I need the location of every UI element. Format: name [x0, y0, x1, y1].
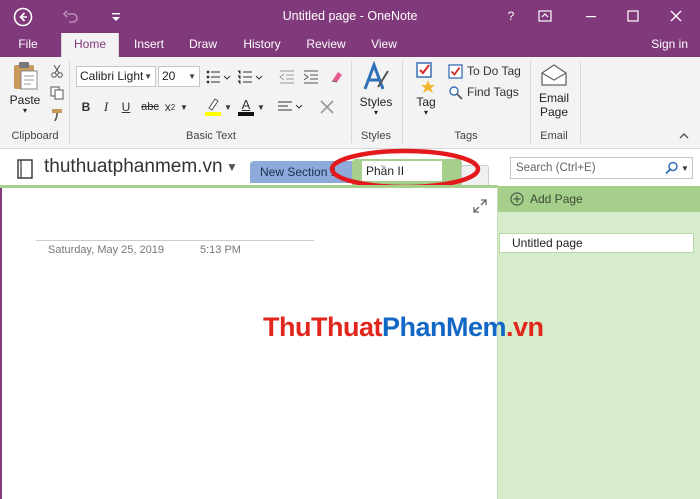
tags-group-label: Tags: [454, 130, 478, 142]
todo-tag-button[interactable]: To Do Tag: [448, 61, 522, 81]
clipboard-group-label: Clipboard: [11, 130, 59, 142]
tab-draw[interactable]: Draw: [180, 33, 226, 57]
chevron-down-icon: ▾: [22, 106, 27, 115]
font-size-select[interactable]: 20 ▼: [158, 66, 200, 87]
chevron-down-icon[interactable]: ▼: [223, 97, 233, 117]
email-icon: [540, 63, 568, 87]
watermark-part-3: .vn: [506, 312, 544, 342]
ribbon-display-options-icon[interactable]: [530, 4, 560, 28]
clipboard-icon: [11, 61, 39, 91]
tag-button[interactable]: Tag ▾: [408, 61, 444, 117]
font-name-select[interactable]: Calibri Light ▼: [76, 66, 156, 87]
watermark-part-2: PhanMem: [381, 312, 507, 342]
chevron-down-icon: ▼: [144, 72, 152, 81]
strikethrough-button[interactable]: abc: [140, 97, 160, 117]
notebook-icon[interactable]: [14, 158, 36, 180]
paste-button[interactable]: Paste ▾: [6, 61, 44, 115]
search-icon[interactable]: [664, 160, 680, 176]
tab-home[interactable]: Home: [61, 33, 119, 57]
help-button[interactable]: ?: [496, 4, 526, 28]
page-list-item[interactable]: Untitled page: [499, 233, 694, 253]
tag-label: Tag: [416, 95, 436, 109]
styles-group-label: Styles: [361, 130, 391, 142]
title-underline: [36, 240, 314, 241]
add-icon: [510, 192, 524, 206]
email-page-label-1: Email: [538, 91, 569, 105]
italic-button[interactable]: I: [98, 97, 114, 117]
close-icon[interactable]: [661, 4, 691, 28]
bold-button[interactable]: B: [78, 97, 94, 117]
basic-text-group-label: Basic Text: [186, 130, 236, 142]
find-tags-icon: [448, 85, 463, 100]
font-color-button[interactable]: A: [237, 95, 255, 117]
checkbox-icon: [448, 63, 463, 79]
font-size-value: 20: [162, 69, 176, 83]
tab-view[interactable]: View: [362, 33, 406, 57]
title-bar: Untitled page - OneNote ?: [0, 0, 700, 33]
add-page-button[interactable]: Add Page: [498, 186, 700, 212]
subscript-digit: 2: [170, 102, 176, 112]
copy-icon[interactable]: [48, 84, 66, 102]
delete-icon[interactable]: [317, 97, 337, 117]
format-painter-icon[interactable]: [48, 106, 66, 124]
page-time: 5:13 PM: [200, 244, 241, 256]
increase-indent-icon[interactable]: [300, 67, 322, 87]
find-tags-button[interactable]: Find Tags: [448, 82, 522, 102]
chevron-down-icon[interactable]: ▼: [226, 160, 238, 174]
styles-icon: [361, 61, 391, 93]
chevron-down-icon: ▼: [188, 72, 196, 81]
chevron-down-icon[interactable]: ▼: [179, 97, 189, 117]
styles-button[interactable]: Styles ▾: [356, 61, 396, 117]
chevron-down-icon[interactable]: ▼: [680, 160, 690, 176]
minimize-icon[interactable]: [576, 4, 606, 28]
add-page-label: Add Page: [530, 192, 583, 206]
page-canvas[interactable]: Saturday, May 25, 2019 5:13 PM: [0, 188, 497, 499]
watermark-part-1: ThuThuat: [263, 312, 382, 342]
tab-review[interactable]: Review: [298, 33, 354, 57]
chevron-down-icon: ▾: [423, 108, 428, 117]
collapse-ribbon-icon[interactable]: [676, 129, 692, 143]
paragraph-alignment-icon[interactable]: [276, 97, 306, 117]
expand-icon[interactable]: [472, 198, 488, 214]
font-name-value: Calibri Light: [80, 69, 144, 83]
email-page-label-2: Page: [539, 105, 569, 119]
tab-history[interactable]: History: [233, 33, 291, 57]
group-separator: [402, 61, 403, 143]
tab-file[interactable]: File: [8, 33, 48, 57]
ribbon-tab-bar: File Home Insert Draw History Review Vie…: [0, 33, 700, 57]
decrease-indent-icon[interactable]: [276, 67, 298, 87]
watermark-logo: ThuThuatPhanMem.vn: [263, 312, 544, 343]
highlighter-icon[interactable]: [203, 95, 223, 117]
group-separator: [580, 61, 581, 143]
underline-button[interactable]: U: [118, 97, 134, 117]
sign-in-link[interactable]: Sign in: [651, 33, 688, 56]
font-color-swatch: [238, 111, 254, 116]
font-color-label: A: [241, 96, 251, 112]
subscript-button[interactable]: x2: [163, 97, 177, 117]
tag-icon: [412, 61, 440, 93]
email-group-label: Email: [540, 130, 568, 142]
styles-label: Styles: [359, 95, 393, 109]
group-separator: [530, 61, 531, 143]
chevron-down-icon[interactable]: ▼: [256, 97, 266, 117]
paste-label: Paste: [9, 93, 41, 107]
group-separator: [351, 61, 352, 143]
notebook-name[interactable]: thuthuatphanmem.vn: [44, 156, 223, 178]
clear-formatting-icon[interactable]: [327, 67, 347, 87]
bullets-icon[interactable]: [205, 67, 233, 87]
chevron-down-icon: ▾: [373, 108, 378, 117]
maximize-icon[interactable]: [618, 4, 648, 28]
tab-insert[interactable]: Insert: [124, 33, 174, 57]
ribbon: Paste ▾ Clipboard Calibri Light ▼ 20 ▼ B…: [0, 57, 700, 149]
cut-icon[interactable]: [48, 62, 66, 80]
group-separator: [69, 61, 70, 143]
numbering-icon[interactable]: [236, 67, 266, 87]
find-tags-label: Find Tags: [467, 85, 519, 99]
page-date: Saturday, May 25, 2019: [48, 244, 164, 256]
email-page-button[interactable]: Email Page: [534, 63, 574, 119]
todo-tag-label: To Do Tag: [467, 64, 521, 78]
